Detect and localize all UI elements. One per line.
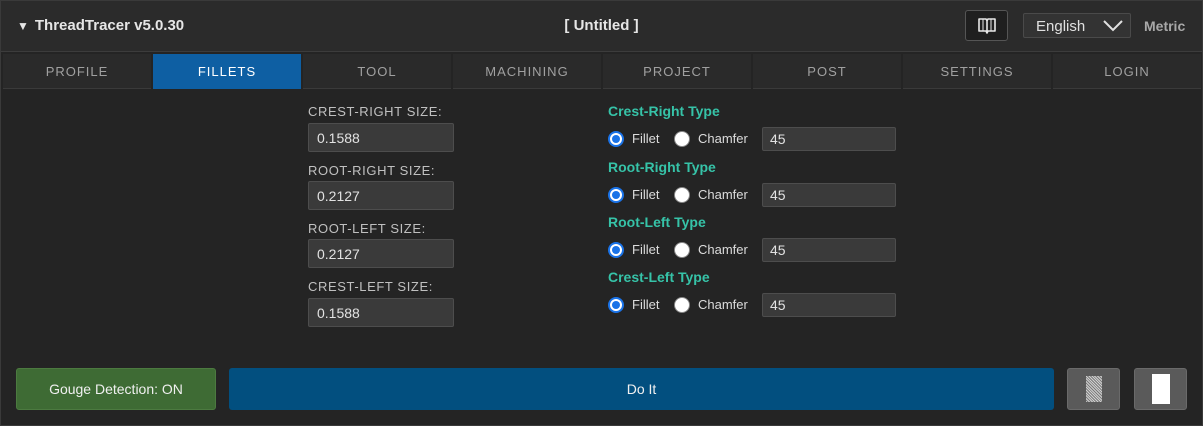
crest-right-chamfer-radio[interactable] bbox=[674, 131, 690, 147]
root-right-type-row: Fillet Chamfer bbox=[608, 183, 908, 207]
book-icon bbox=[977, 17, 996, 34]
solid-view-icon bbox=[1151, 374, 1170, 404]
collapse-icon: ▼ bbox=[17, 19, 29, 33]
units-label[interactable]: Metric bbox=[1144, 18, 1185, 34]
fillet-option-label: Fillet bbox=[632, 131, 660, 146]
shaded-view-icon bbox=[1085, 376, 1102, 402]
tab-tool[interactable]: TOOL bbox=[303, 54, 451, 89]
tab-post[interactable]: POST bbox=[753, 54, 901, 89]
fillet-option-label: Fillet bbox=[632, 242, 660, 257]
crest-right-fillet-radio[interactable] bbox=[608, 131, 624, 147]
title-bar: ▼ ThreadTracer v5.0.30 [ Untitled ] Engli… bbox=[1, 1, 1202, 52]
chamfer-option-label: Chamfer bbox=[698, 242, 748, 257]
root-right-size-label: ROOT-RIGHT SIZE: bbox=[308, 163, 436, 178]
root-left-fillet-radio[interactable] bbox=[608, 242, 624, 258]
root-left-type-row: Fillet Chamfer bbox=[608, 238, 908, 262]
gouge-detection-button[interactable]: Gouge Detection: ON bbox=[16, 368, 216, 410]
root-left-angle-input[interactable] bbox=[762, 238, 896, 262]
crest-left-size-input[interactable] bbox=[308, 298, 454, 327]
tab-fillets[interactable]: FILLETS bbox=[153, 54, 301, 89]
root-right-type-heading: Root-Right Type bbox=[608, 159, 716, 175]
root-left-size-label: ROOT-LEFT SIZE: bbox=[308, 221, 426, 236]
language-value: English bbox=[1036, 18, 1086, 35]
app-title-toggle[interactable]: ▼ ThreadTracer v5.0.30 bbox=[17, 17, 184, 34]
app-title: ThreadTracer v5.0.30 bbox=[34, 17, 185, 34]
root-right-fillet-radio[interactable] bbox=[608, 187, 624, 203]
solid-view-button[interactable] bbox=[1134, 368, 1187, 410]
tab-project[interactable]: PROJECT bbox=[603, 54, 751, 89]
do-it-button[interactable]: Do It bbox=[229, 368, 1054, 410]
fillet-option-label: Fillet bbox=[632, 297, 660, 312]
root-right-size-input[interactable] bbox=[308, 181, 454, 210]
crest-left-fillet-radio[interactable] bbox=[608, 297, 624, 313]
root-left-size-input[interactable] bbox=[308, 239, 454, 268]
root-right-chamfer-radio[interactable] bbox=[674, 187, 690, 203]
manual-button[interactable] bbox=[965, 10, 1008, 41]
crest-right-size-label: CREST-RIGHT SIZE: bbox=[308, 104, 443, 119]
chamfer-option-label: Chamfer bbox=[698, 187, 748, 202]
root-left-chamfer-radio[interactable] bbox=[674, 242, 690, 258]
crest-left-angle-input[interactable] bbox=[762, 293, 896, 317]
chevron-down-icon bbox=[1103, 20, 1123, 32]
crest-left-size-label: CREST-LEFT SIZE: bbox=[308, 279, 433, 294]
crest-right-size-input[interactable] bbox=[308, 123, 454, 152]
crest-right-angle-input[interactable] bbox=[762, 127, 896, 151]
fillet-option-label: Fillet bbox=[632, 187, 660, 202]
chamfer-option-label: Chamfer bbox=[698, 297, 748, 312]
language-select[interactable]: English bbox=[1023, 13, 1131, 38]
tab-settings[interactable]: SETTINGS bbox=[903, 54, 1051, 89]
crest-left-type-row: Fillet Chamfer bbox=[608, 293, 908, 317]
chamfer-option-label: Chamfer bbox=[698, 131, 748, 146]
app-window: ▼ ThreadTracer v5.0.30 [ Untitled ] Engli… bbox=[0, 0, 1203, 426]
shaded-view-button[interactable] bbox=[1067, 368, 1120, 410]
tab-login[interactable]: LOGIN bbox=[1053, 54, 1201, 89]
crest-left-chamfer-radio[interactable] bbox=[674, 297, 690, 313]
tab-profile[interactable]: PROFILE bbox=[3, 54, 151, 89]
crest-right-type-heading: Crest-Right Type bbox=[608, 103, 720, 119]
crest-left-type-heading: Crest-Left Type bbox=[608, 269, 710, 285]
crest-right-type-row: Fillet Chamfer bbox=[608, 127, 908, 151]
root-right-angle-input[interactable] bbox=[762, 183, 896, 207]
tab-bar: PROFILE FILLETS TOOL MACHINING PROJECT P… bbox=[3, 54, 1201, 89]
tab-machining[interactable]: MACHINING bbox=[453, 54, 601, 89]
root-left-type-heading: Root-Left Type bbox=[608, 214, 706, 230]
